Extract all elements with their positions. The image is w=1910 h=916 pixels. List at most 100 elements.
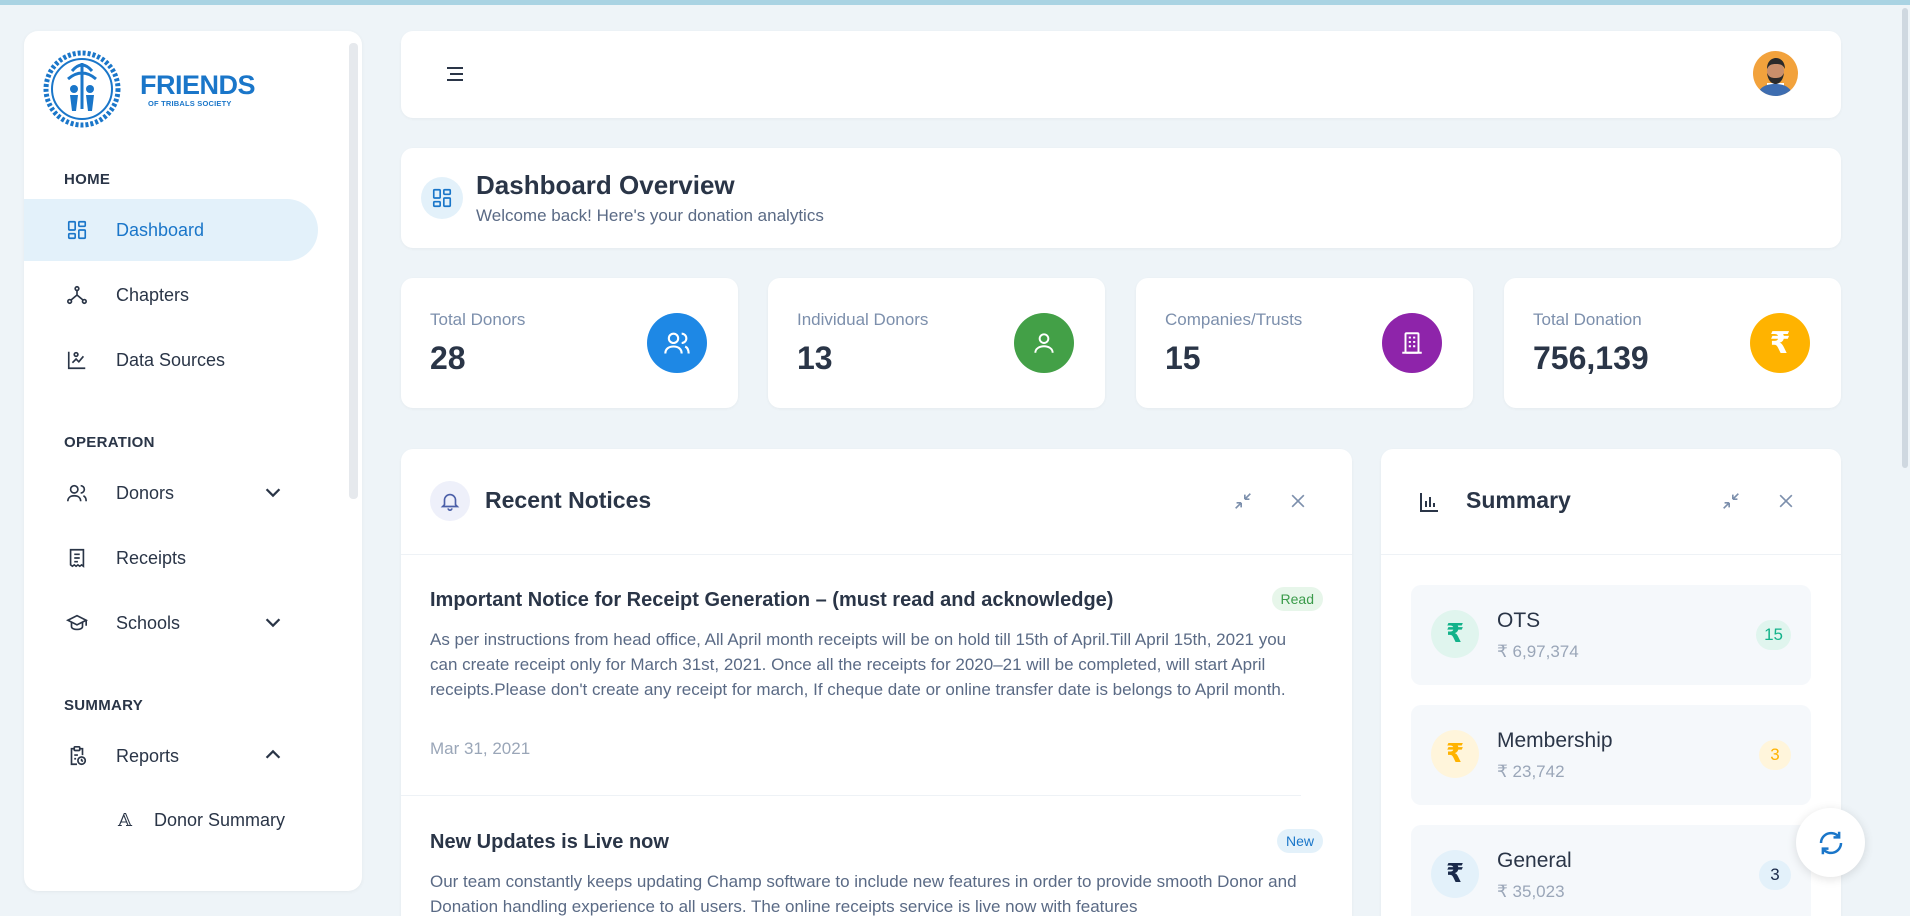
brand-name: FRIENDS	[140, 69, 256, 100]
sidebar-scrollbar[interactable]	[349, 43, 358, 499]
brand-tagline: OF TRIBALS SOCIETY	[148, 98, 232, 108]
dashboard-icon	[64, 217, 90, 243]
rupee-icon: ₹	[1431, 850, 1479, 898]
receipt-icon	[64, 545, 90, 571]
sidebar-item-label: Receipts	[116, 547, 187, 568]
sidebar-item-reports[interactable]: Reports	[24, 725, 318, 787]
sidebar-item-label: Dashboard	[116, 219, 205, 240]
summary-item-name: Membership	[1497, 729, 1613, 752]
panel-title: Recent Notices	[485, 487, 652, 513]
sidebar-item-receipts[interactable]: Receipts	[24, 527, 318, 589]
close-icon[interactable]	[1285, 488, 1311, 514]
building-icon	[1382, 313, 1442, 373]
data-sources-icon	[64, 347, 90, 373]
summary-item-amount: ₹ 23,742	[1497, 762, 1565, 781]
menu-toggle-icon[interactable]	[443, 62, 467, 86]
stat-value: 15	[1165, 340, 1201, 376]
page-title: Dashboard Overview	[476, 170, 735, 200]
bar-chart-icon	[1420, 493, 1438, 512]
section-operation: OPERATION	[64, 434, 155, 451]
notice-date: Mar 31, 2021	[430, 739, 531, 758]
divider	[401, 795, 1301, 796]
stat-label: Total Donors	[430, 310, 526, 329]
stat-value: 13	[797, 340, 833, 376]
dashboard-icon	[421, 177, 463, 219]
recent-notices-panel: Recent Notices Important Notice for Rece…	[401, 449, 1352, 916]
stat-label: Individual Donors	[797, 310, 929, 329]
chevron-up-icon[interactable]	[262, 744, 284, 766]
chapters-icon	[64, 282, 90, 308]
summary-item-general[interactable]: ₹ General ₹ 35,023 3	[1411, 825, 1811, 916]
sidebar: FRIENDS OF TRIBALS SOCIETY HOME Dashboar…	[24, 31, 362, 891]
notice-body: As per instructions from head office, Al…	[430, 630, 1287, 699]
sidebar-item-schools[interactable]: Schools	[24, 592, 318, 654]
summary-panel: Summary ₹ OTS ₹ 6,97,374 15 ₹ Membership…	[1381, 449, 1841, 916]
chevron-down-icon[interactable]	[262, 611, 284, 633]
notice-status-badge: Read	[1271, 587, 1323, 611]
refresh-icon	[1819, 831, 1842, 854]
chevron-down-icon[interactable]	[262, 481, 284, 503]
sidebar-item-label: Donors	[116, 482, 175, 503]
summary-item-count: 3	[1759, 860, 1791, 890]
stat-card-individual-donors[interactable]: Individual Donors 13	[768, 278, 1105, 408]
summary-item-amount: ₹ 35,023	[1497, 882, 1565, 901]
stat-label: Companies/Trusts	[1165, 310, 1303, 329]
user-avatar[interactable]	[1753, 51, 1798, 96]
top-accent-line	[0, 0, 1910, 5]
sidebar-item-dashboard[interactable]: Dashboard	[24, 199, 318, 261]
notice-item[interactable]: New Updates is Live now New Our team con…	[430, 829, 1323, 916]
sidebar-item-chapters[interactable]: Chapters	[24, 264, 318, 326]
users-icon	[64, 480, 90, 506]
collapse-icon[interactable]	[1718, 488, 1744, 514]
bell-icon	[430, 481, 470, 521]
report-icon	[64, 743, 90, 769]
summary-item-count: 15	[1756, 620, 1791, 650]
summary-item-amount: ₹ 6,97,374	[1497, 642, 1579, 661]
page-subtitle: Welcome back! Here's your donation analy…	[476, 206, 824, 225]
summary-item-name: OTS	[1497, 609, 1541, 632]
donor-summary-icon: 𝔸	[118, 809, 132, 831]
sidebar-subitem-donor-summary[interactable]: 𝔸 Donor Summary	[24, 795, 318, 845]
rupee-icon: ₹	[1750, 313, 1810, 373]
notice-status-badge: New	[1276, 829, 1323, 853]
users-icon	[647, 313, 707, 373]
sidebar-item-label: Data Sources	[116, 349, 226, 370]
summary-item-count: 3	[1759, 740, 1791, 770]
stat-label: Total Donation	[1533, 310, 1642, 329]
section-summary: SUMMARY	[64, 697, 144, 714]
sidebar-item-data-sources[interactable]: Data Sources	[24, 329, 318, 391]
refresh-button[interactable]	[1796, 808, 1865, 877]
panel-header: Summary	[1381, 449, 1841, 555]
dashboard-overview-header: Dashboard Overview Welcome back! Here's …	[401, 148, 1841, 248]
sidebar-item-label: Chapters	[116, 284, 190, 305]
sidebar-item-donors[interactable]: Donors	[24, 462, 318, 524]
stat-value: 28	[430, 340, 466, 376]
summary-item-membership[interactable]: ₹ Membership ₹ 23,742 3	[1411, 705, 1811, 805]
rupee-icon: ₹	[1431, 730, 1479, 778]
page-scrollbar[interactable]	[1900, 0, 1910, 476]
user-icon	[1014, 313, 1074, 373]
panel-header: Recent Notices	[401, 449, 1352, 555]
summary-item-ots[interactable]: ₹ OTS ₹ 6,97,374 15	[1411, 585, 1811, 685]
sidebar-item-label: Schools	[116, 612, 181, 633]
notice-item[interactable]: Important Notice for Receipt Generation …	[430, 587, 1323, 789]
stat-card-companies-trusts[interactable]: Companies/Trusts 15	[1136, 278, 1473, 408]
logo-emblem-icon	[43, 50, 121, 128]
panel-title: Summary	[1466, 487, 1571, 513]
rupee-icon: ₹	[1431, 610, 1479, 658]
notice-body: Our team constantly keeps updating Champ…	[430, 872, 1297, 916]
sidebar-subitem-label: Donor Summary	[153, 809, 286, 830]
top-bar	[401, 31, 1841, 118]
collapse-icon[interactable]	[1230, 488, 1256, 514]
close-icon[interactable]	[1773, 488, 1799, 514]
brand-logo[interactable]: FRIENDS OF TRIBALS SOCIETY	[42, 49, 256, 129]
sidebar-item-label: Reports	[116, 745, 180, 766]
notice-title: Important Notice for Receipt Generation …	[430, 589, 1114, 611]
school-icon	[64, 610, 90, 636]
section-home: HOME	[64, 171, 111, 188]
notice-title: New Updates is Live now	[430, 831, 669, 853]
stat-value: 756,139	[1533, 340, 1649, 376]
stat-card-total-donation[interactable]: Total Donation 756,139 ₹	[1504, 278, 1841, 408]
stat-card-total-donors[interactable]: Total Donors 28	[401, 278, 738, 408]
summary-item-name: General	[1497, 849, 1572, 872]
